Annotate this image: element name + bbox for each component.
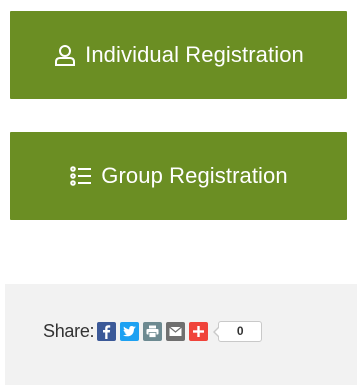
share-count-badge: 0 [213, 320, 263, 342]
plus-icon[interactable] [189, 321, 209, 341]
group-registration-label: Group Registration [101, 163, 288, 188]
registration-page: Individual Registration Group Registrati… [0, 0, 357, 385]
print-icon[interactable] [143, 321, 163, 341]
facebook-icon[interactable] [97, 321, 117, 341]
individual-registration-label: Individual Registration [85, 42, 304, 67]
email-icon[interactable] [166, 321, 186, 341]
share-row: Share: 0 [43, 317, 263, 345]
share-count: 0 [236, 324, 244, 338]
share-panel: Share: 0 [5, 284, 357, 385]
individual-registration-button[interactable]: Individual Registration [10, 11, 347, 99]
user-icon [53, 43, 77, 67]
group-registration-button[interactable]: Group Registration [10, 132, 347, 220]
list-icon [69, 164, 93, 188]
twitter-icon[interactable] [120, 321, 140, 341]
share-label: Share: [43, 320, 95, 341]
